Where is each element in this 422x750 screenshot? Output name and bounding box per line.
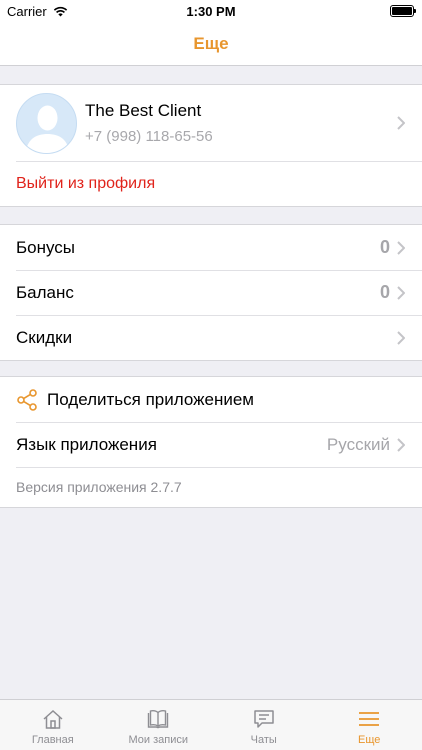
balance-value: 0 [379, 282, 390, 302]
bonuses-label: Бонусы [16, 237, 76, 257]
discounts-row[interactable]: Скидки [0, 315, 422, 360]
app-version: Версия приложения 2.7.7 [16, 479, 182, 495]
chevron-right-icon [397, 116, 405, 130]
balance-row[interactable]: Баланс 0 [0, 270, 422, 315]
discounts-label: Скидки [16, 327, 73, 347]
chevron-right-icon [397, 285, 405, 300]
menu-icon [359, 712, 380, 726]
bonuses-row[interactable]: Бонусы 0 [0, 225, 422, 270]
chevron-right-icon [397, 437, 405, 452]
tab-chats[interactable]: Чаты [211, 700, 317, 750]
chevron-right-icon [397, 240, 405, 255]
logout-label: Выйти из профиля [16, 174, 156, 192]
tab-more[interactable]: Еще [317, 700, 422, 750]
tab-my-bookings[interactable]: Мои записи [106, 700, 212, 750]
chat-icon [254, 710, 274, 728]
tab-my-bookings-label: Мои записи [128, 734, 188, 746]
clock: 1:30 PM [186, 4, 236, 19]
nav-bar: Еще [0, 22, 422, 66]
bonuses-value: 0 [379, 237, 390, 257]
chevron-right-icon [397, 330, 405, 345]
share-app-row[interactable]: Поделиться приложением [0, 377, 422, 422]
tab-bar: Главная Мои записи Чаты Еще [0, 699, 422, 750]
language-row[interactable]: Язык приложения Русский [0, 422, 422, 467]
language-value: Русский [326, 434, 390, 454]
tab-chats-label: Чаты [250, 734, 277, 746]
language-label: Язык приложения [16, 434, 157, 454]
page-title: Еще [193, 33, 229, 53]
logout-button[interactable]: Выйти из профиля [0, 161, 422, 206]
home-icon [43, 709, 63, 729]
profile-section: The Best Client +7 (998) 118-65-56 Выйти… [0, 84, 422, 207]
account-section: Бонусы 0 Баланс 0 Скидки [0, 224, 422, 361]
balance-label: Баланс [16, 282, 74, 302]
profile-row[interactable]: The Best Client +7 (998) 118-65-56 [0, 85, 422, 161]
tab-home[interactable]: Главная [0, 700, 106, 750]
share-icon [17, 388, 37, 411]
tab-more-label: Еще [358, 734, 381, 746]
tab-home-label: Главная [31, 734, 74, 746]
settings-section: Поделиться приложением Язык приложения Р… [0, 376, 422, 508]
battery-icon [390, 5, 416, 17]
profile-phone: +7 (998) 118-65-56 [85, 128, 213, 145]
version-row: Версия приложения 2.7.7 [0, 467, 422, 507]
status-bar: Carrier 1:30 PM [0, 0, 422, 22]
book-icon [148, 710, 169, 729]
profile-name: The Best Client [85, 101, 202, 120]
avatar [16, 92, 77, 154]
user-silhouette-icon [25, 105, 70, 153]
share-app-label: Поделиться приложением [47, 389, 254, 409]
